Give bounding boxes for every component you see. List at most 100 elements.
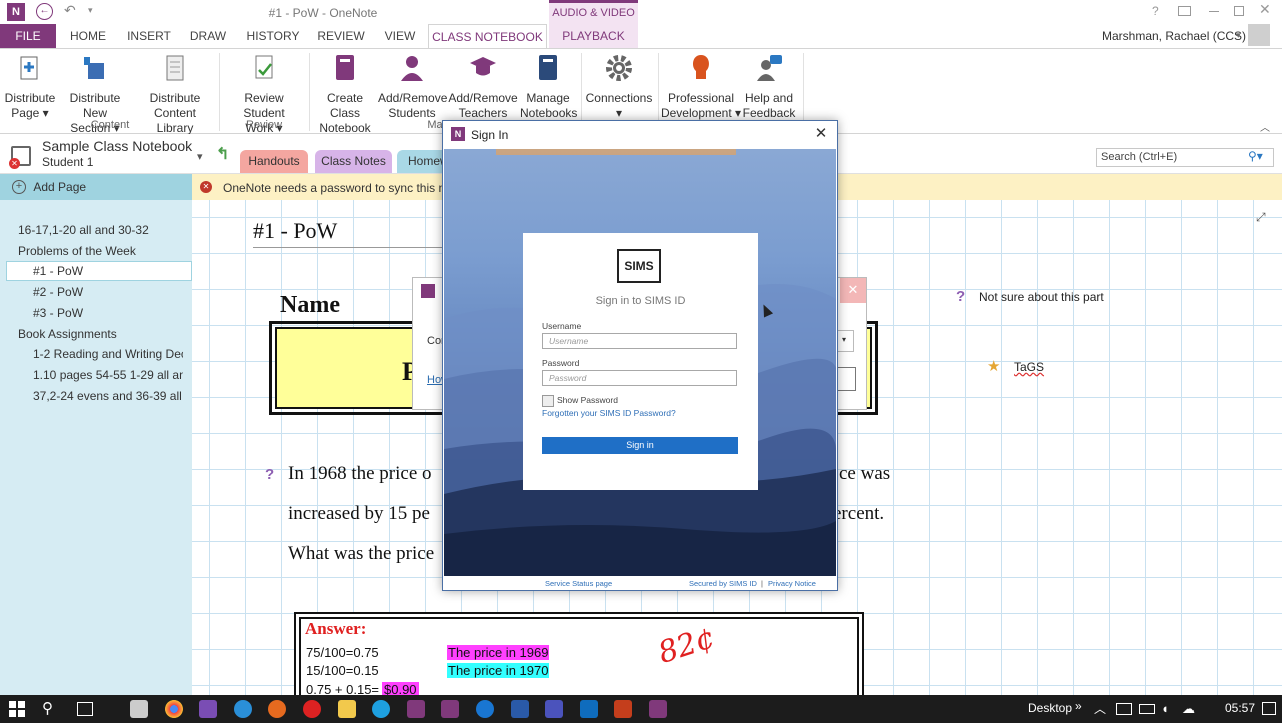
search-icon[interactable]: ⚲▾ xyxy=(1248,149,1263,163)
onenote-app-icon-3[interactable] xyxy=(649,700,667,718)
visual-studio-app-icon[interactable] xyxy=(199,700,217,718)
restore-icon[interactable] xyxy=(1234,6,1244,16)
app-icon-blue[interactable] xyxy=(511,700,529,718)
edge-app-icon[interactable] xyxy=(476,700,494,718)
tag-note-not-sure[interactable]: Not sure about this part xyxy=(979,290,1104,304)
page-item[interactable]: 16-17,1-20 all and 30-32 xyxy=(18,223,149,237)
page-item[interactable]: Problems of the Week xyxy=(18,244,136,258)
section-tab-class-notes[interactable]: Class Notes xyxy=(315,150,392,173)
teams-app-icon[interactable] xyxy=(545,700,563,718)
forgot-password-link[interactable]: Forgotten your SIMS ID Password? xyxy=(542,408,676,418)
student-icon xyxy=(401,56,423,81)
tab-draw[interactable]: DRAW xyxy=(186,24,230,48)
tab-review[interactable]: REVIEW xyxy=(314,24,368,48)
ribbon-display-icon[interactable] xyxy=(1178,6,1191,16)
clock[interactable]: 05:57 xyxy=(1225,701,1255,715)
ie-app-icon[interactable] xyxy=(234,700,252,718)
page-item[interactable]: #3 - PoW xyxy=(33,306,83,320)
onenote-app-icon-2[interactable] xyxy=(441,700,459,718)
dialog-close-icon[interactable]: ✕ xyxy=(811,124,831,144)
professional-development-button[interactable]: Professional Development ▾ xyxy=(660,53,742,121)
page-title[interactable]: #1 - PoW xyxy=(253,218,337,244)
add-remove-students-button[interactable]: Add/Remove Students xyxy=(378,53,447,121)
answer-highlight-cyan[interactable]: The price in 1970 xyxy=(447,663,550,678)
page-item[interactable]: 1.10 pages 54-55 1-29 all and xyxy=(33,368,183,382)
app-icon-red[interactable] xyxy=(303,700,321,718)
collapse-ribbon-icon[interactable]: ︿ xyxy=(1260,119,1270,134)
show-password-checkbox[interactable] xyxy=(542,395,554,407)
task-view-icon[interactable] xyxy=(77,702,93,716)
sign-in-button[interactable]: Sign in xyxy=(542,437,738,454)
add-page-button[interactable]: + Add Page xyxy=(12,179,122,195)
tab-insert[interactable]: INSERT xyxy=(123,24,175,48)
manage-notebooks-button[interactable]: Manage Notebooks xyxy=(520,53,577,121)
file-explorer-app-icon[interactable] xyxy=(338,700,356,718)
password-field[interactable]: Password xyxy=(542,370,737,386)
help-icon[interactable]: ? xyxy=(1152,4,1159,18)
tab-playback[interactable]: PLAYBACK xyxy=(549,24,638,48)
add-remove-teachers-button[interactable]: Add/Remove Teachers xyxy=(446,53,520,121)
tab-file[interactable]: FILE xyxy=(0,24,56,48)
distribute-page-button[interactable]: Distribute Page ▾ xyxy=(2,53,58,121)
page-item[interactable]: 1-2 Reading and Writing Deci xyxy=(33,347,183,361)
question-line-end[interactable]: ce was xyxy=(839,463,890,485)
battery-icon[interactable] xyxy=(1139,704,1155,714)
answer-row[interactable]: 15/100=0.15 xyxy=(306,663,379,678)
avatar[interactable] xyxy=(1248,24,1270,46)
answer-highlight-magenta[interactable]: $0.90 xyxy=(382,682,419,695)
close-icon[interactable]: ✕ xyxy=(1259,1,1271,18)
question-line-end[interactable]: ercent. xyxy=(833,503,884,525)
page-item[interactable]: Book Assignments xyxy=(18,327,117,341)
user-dropdown-icon[interactable]: ▾ xyxy=(1236,30,1241,41)
username-field[interactable]: Username xyxy=(542,333,737,349)
search-icon[interactable]: ⚲ xyxy=(42,699,53,717)
volume-icon[interactable]: ◖ xyxy=(1161,701,1169,716)
toolbar-chevron[interactable]: » xyxy=(1075,699,1082,713)
page-item[interactable]: 37,2-24 evens and 36-39 all xyxy=(33,389,183,403)
show-hidden-icons-icon[interactable]: ︿ xyxy=(1094,700,1106,717)
outlook-app-icon[interactable] xyxy=(580,700,598,718)
notebook-dropdown-icon[interactable]: ▾ xyxy=(197,150,203,163)
back-arrow-icon[interactable]: ↰ xyxy=(216,144,229,164)
network-icon[interactable] xyxy=(1116,703,1132,715)
privacy-notice-link[interactable]: Privacy Notice xyxy=(768,579,816,588)
tag-note-tags[interactable]: TaGS xyxy=(1014,360,1044,374)
onenote-app-icon[interactable] xyxy=(407,700,425,718)
firefox-app-icon[interactable] xyxy=(268,700,286,718)
start-windows-icon[interactable] xyxy=(9,701,25,717)
answer-highlight-magenta[interactable]: The price in 1969 xyxy=(447,645,550,660)
class-notebook-icon xyxy=(336,55,354,80)
tab-class-notebook[interactable]: CLASS NOTEBOOK xyxy=(428,24,547,50)
minimize-icon[interactable] xyxy=(1209,11,1219,12)
tab-home[interactable]: HOME xyxy=(64,24,112,48)
powerpoint-app-icon[interactable] xyxy=(614,700,632,718)
chrome-app-icon[interactable] xyxy=(165,700,183,718)
question-line[interactable]: What was the price xyxy=(288,543,434,565)
action-center-icon[interactable] xyxy=(1262,702,1276,715)
professional-development-label: Professional xyxy=(667,91,735,105)
page-item[interactable]: #2 - PoW xyxy=(33,285,83,299)
answer-row[interactable]: 75/100=0.75 xyxy=(306,645,379,660)
create-class-notebook-button[interactable]: Create Class Notebook xyxy=(312,53,378,136)
secured-by-link[interactable]: Secured by SIMS ID xyxy=(689,579,757,588)
paint-app-icon[interactable] xyxy=(130,700,148,718)
warning-text[interactable]: OneNote needs a password to sync this no… xyxy=(223,181,464,195)
section-tab-handouts[interactable]: Handouts xyxy=(240,150,308,173)
notebook-icon: ✕ xyxy=(9,146,31,169)
user-name[interactable]: Marshman, Rachael (CCS) xyxy=(1102,29,1246,43)
review-work-label: Review Student xyxy=(243,91,285,120)
tab-view[interactable]: VIEW xyxy=(379,24,421,48)
question-line[interactable]: In 1968 the price o xyxy=(288,463,432,485)
page-item[interactable]: #1 - PoW xyxy=(33,264,83,278)
answer-row[interactable]: 0.75 + 0.15= xyxy=(306,682,379,695)
service-status-link[interactable]: Service Status page xyxy=(545,579,612,588)
background-dialog-close-icon[interactable]: ✕ xyxy=(840,278,866,303)
notebook-name[interactable]: Sample Class Notebook xyxy=(42,138,192,154)
tab-history[interactable]: HISTORY xyxy=(244,24,302,48)
connections-button[interactable]: Connections ▾ xyxy=(584,53,654,121)
expand-page-icon[interactable]: ⤢ xyxy=(1256,210,1266,225)
desktop-toolbar-label[interactable]: Desktop xyxy=(1028,701,1072,715)
onedrive-icon[interactable]: ☁ xyxy=(1182,701,1195,717)
skype-app-icon[interactable] xyxy=(372,700,390,718)
question-line[interactable]: increased by 15 pe xyxy=(288,503,430,525)
